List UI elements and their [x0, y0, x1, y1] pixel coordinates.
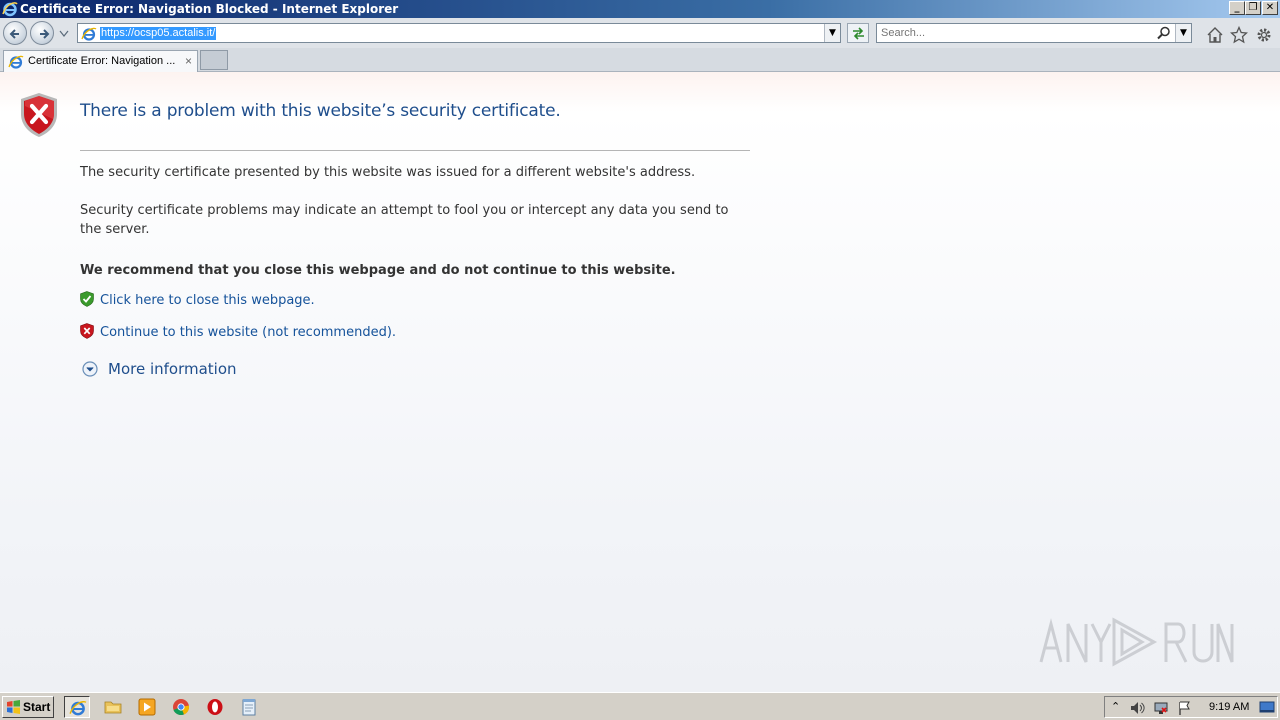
- start-label: Start: [23, 700, 51, 714]
- taskbar-file-explorer[interactable]: [100, 696, 126, 718]
- forward-icon: [40, 29, 50, 39]
- folder-icon: [104, 701, 122, 714]
- recommendation-text: We recommend that you close this webpage…: [80, 263, 676, 278]
- tab-strip: Certificate Error: Navigation ... ×: [0, 48, 1280, 72]
- continue-website-link[interactable]: Continue to this website (not recommende…: [100, 325, 396, 340]
- ie-tab-icon: [8, 55, 24, 69]
- page-title: There is a problem with this website’s s…: [80, 101, 561, 121]
- show-desktop-icon[interactable]: [1259, 699, 1275, 715]
- taskbar-chrome[interactable]: [168, 696, 194, 718]
- shield-ok-icon: [80, 291, 94, 307]
- taskbar-internet-explorer[interactable]: [64, 696, 90, 718]
- ie-taskbar-icon: [69, 701, 87, 716]
- home-icon[interactable]: [1206, 26, 1224, 44]
- refresh-icon: [853, 27, 864, 40]
- tab-close-button[interactable]: ×: [185, 54, 192, 68]
- favorites-star-icon[interactable]: [1230, 26, 1248, 44]
- close-webpage-link[interactable]: Click here to close this webpage.: [100, 293, 315, 308]
- chrome-icon: [173, 699, 190, 716]
- search-icon[interactable]: [1157, 26, 1171, 40]
- divider: [80, 150, 750, 151]
- ie-page-icon: [81, 27, 97, 41]
- tab-label: Certificate Error: Navigation ...: [28, 55, 176, 67]
- clock[interactable]: 9:19 AM: [1209, 701, 1249, 713]
- search-dropdown-button[interactable]: ▼: [1175, 24, 1191, 42]
- address-dropdown-button[interactable]: ▼: [824, 24, 840, 42]
- back-button[interactable]: [3, 21, 27, 45]
- windows-flag-icon: [7, 700, 20, 714]
- minimize-button[interactable]: _: [1229, 1, 1245, 15]
- start-button[interactable]: Start: [2, 696, 54, 718]
- media-player-icon: [138, 698, 156, 716]
- window-title: Certificate Error: Navigation Blocked - …: [20, 2, 399, 16]
- taskbar-opera[interactable]: [202, 696, 228, 718]
- forward-button[interactable]: [30, 21, 54, 45]
- action-center-flag-icon[interactable]: [1177, 700, 1193, 716]
- show-hidden-icons-button[interactable]: ⌃: [1111, 700, 1120, 713]
- network-icon[interactable]: [1153, 700, 1169, 716]
- back-icon: [9, 29, 19, 39]
- url-text[interactable]: https://ocsp05.actalis.it/: [100, 27, 217, 40]
- system-tray: ⌃ 9:19 AM: [1104, 696, 1278, 718]
- search-input[interactable]: [881, 26, 1151, 40]
- restore-button[interactable]: ❐: [1245, 1, 1261, 15]
- taskbar-notepad[interactable]: [236, 696, 262, 718]
- address-bar[interactable]: https://ocsp05.actalis.it/ ▼: [77, 23, 841, 43]
- taskbar: Start ⌃ 9:19 AM: [0, 692, 1280, 720]
- notepad-icon: [242, 699, 256, 716]
- expand-arrow-icon[interactable]: [82, 361, 98, 377]
- explanation-text: The security certificate presented by th…: [80, 165, 696, 180]
- tab-certificate-error[interactable]: Certificate Error: Navigation ... ×: [3, 50, 198, 72]
- close-window-button[interactable]: ✕: [1262, 1, 1278, 15]
- shield-error-icon: [21, 93, 57, 137]
- page-content: There is a problem with this website’s s…: [0, 72, 1280, 692]
- refresh-button[interactable]: [847, 23, 869, 43]
- history-dropdown-icon[interactable]: [59, 30, 69, 38]
- anyrun-watermark: [1039, 617, 1234, 667]
- more-information-link[interactable]: More information: [108, 360, 237, 378]
- taskbar-media-player[interactable]: [134, 696, 160, 718]
- warning-text: Security certificate problems may indica…: [80, 203, 729, 237]
- ie-logo-icon: [2, 2, 18, 17]
- volume-icon[interactable]: [1129, 700, 1145, 716]
- tools-gear-icon[interactable]: [1255, 26, 1273, 44]
- opera-icon: [207, 699, 223, 715]
- search-box[interactable]: ▼: [876, 23, 1192, 43]
- shield-error-small-icon: [80, 323, 94, 339]
- title-bar: Certificate Error: Navigation Blocked - …: [0, 0, 1280, 18]
- new-tab-button[interactable]: [200, 50, 228, 70]
